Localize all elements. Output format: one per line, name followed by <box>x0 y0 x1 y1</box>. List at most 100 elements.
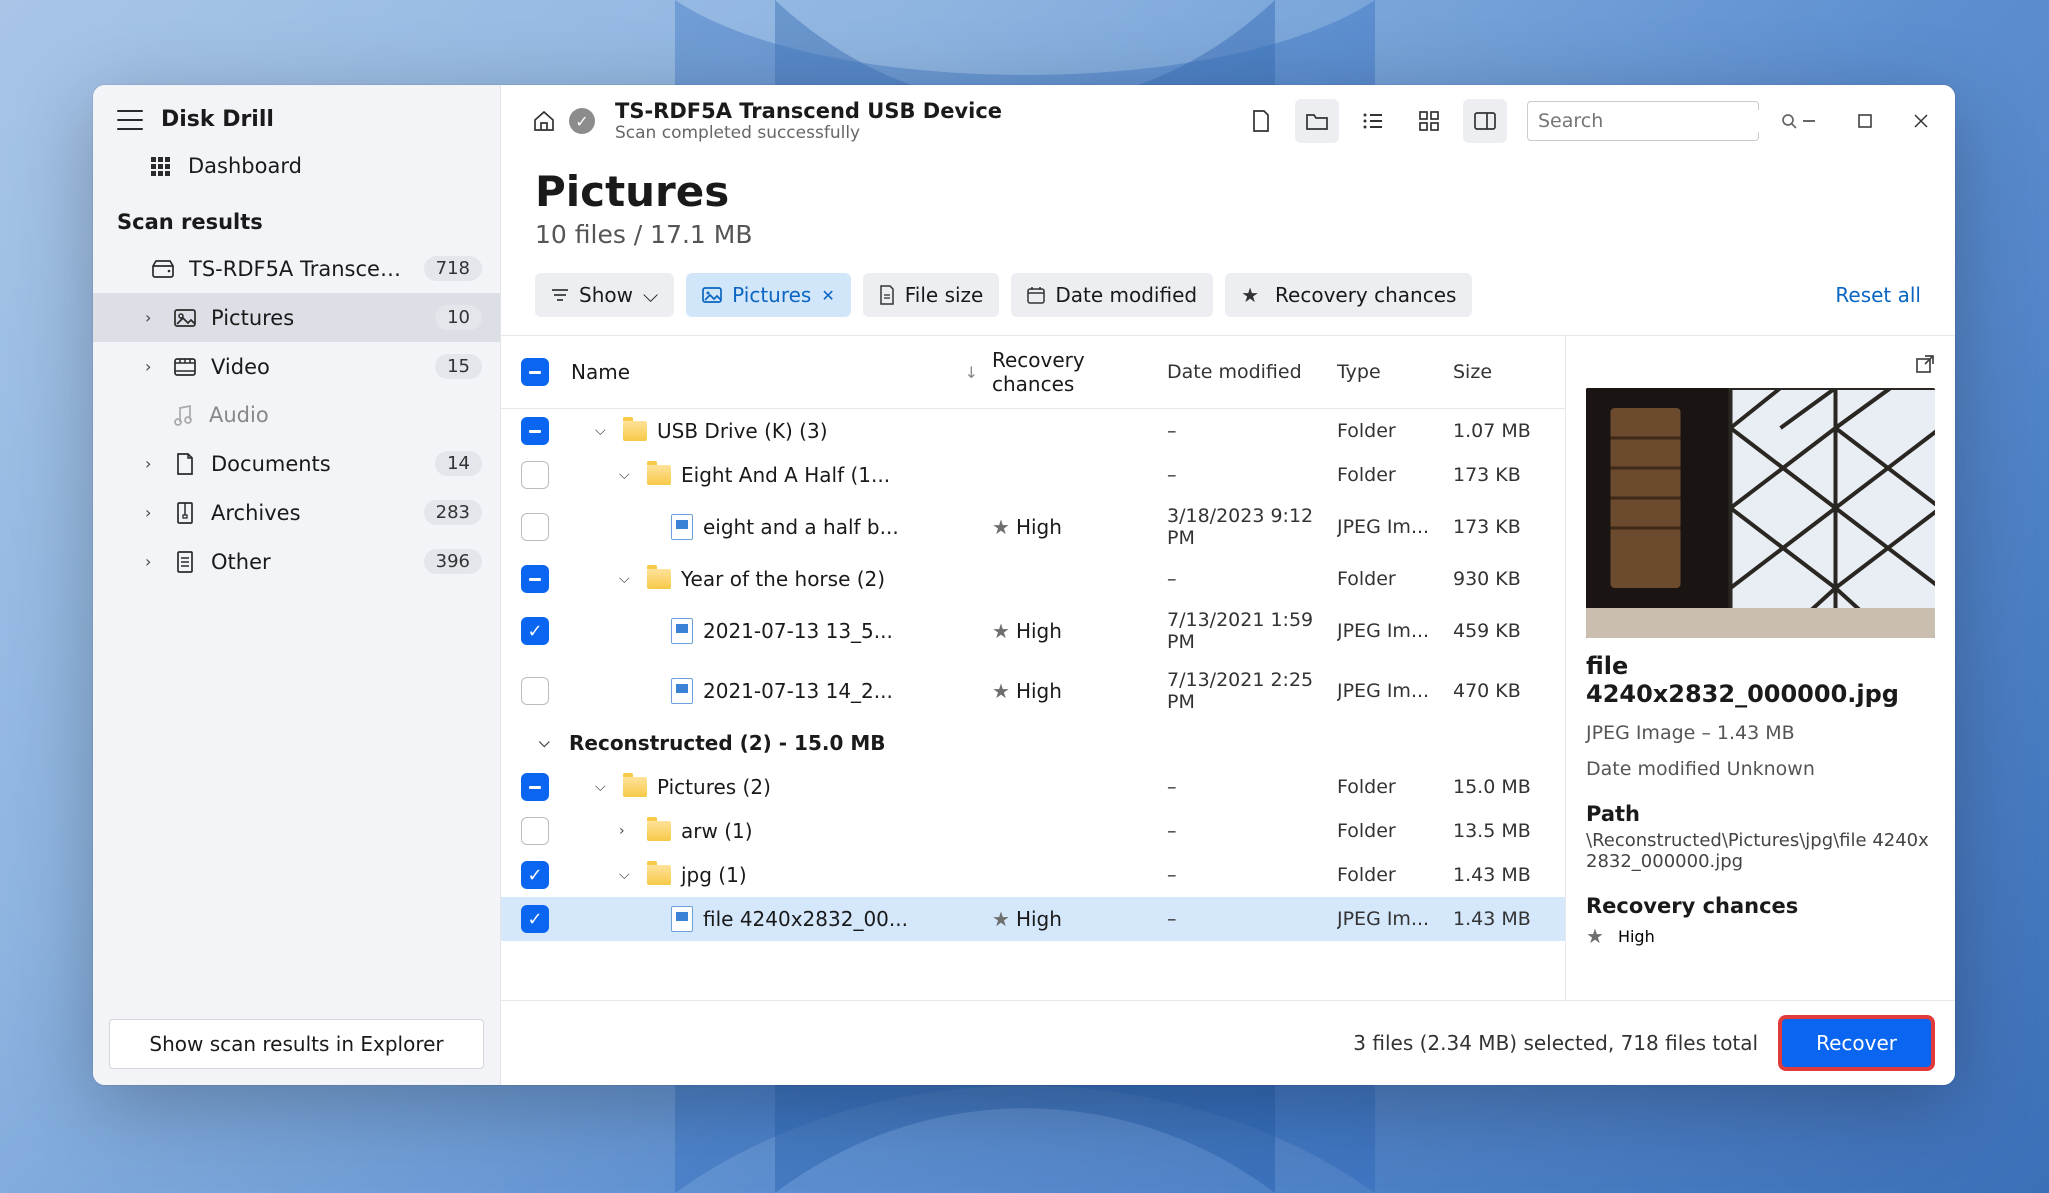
maximize-button[interactable] <box>1851 107 1879 135</box>
sidebar: Disk Drill Dashboard Scan results TS-RDF… <box>93 85 501 1085</box>
file-name: jpg (1) <box>681 863 747 887</box>
path-value: \Reconstructed\Pictures\jpg\file 4240x28… <box>1586 830 1935 872</box>
column-recovery[interactable]: Recovery chances <box>992 348 1167 396</box>
tree-toggle-icon[interactable]: ⌵ <box>619 571 637 587</box>
date-value: – <box>1167 908 1337 930</box>
row-checkbox[interactable] <box>521 417 549 445</box>
star-icon: ★ <box>992 515 1010 539</box>
other-icon <box>173 550 197 574</box>
row-checkbox[interactable] <box>521 773 549 801</box>
close-button[interactable] <box>1907 107 1935 135</box>
search-input[interactable] <box>1538 110 1781 132</box>
column-date[interactable]: Date modified <box>1167 361 1337 383</box>
table-row[interactable]: ⌵Year of the horse (2)–Folder930 KB <box>501 557 1565 601</box>
row-checkbox[interactable] <box>521 513 549 541</box>
file-name: USB Drive (K) (3) <box>657 419 828 443</box>
row-checkbox[interactable]: ✓ <box>521 861 549 889</box>
popout-icon[interactable] <box>1915 354 1935 374</box>
tree-toggle-icon[interactable]: ⌵ <box>595 779 613 795</box>
device-title: TS-RDF5A Transcend USB Device <box>615 99 1002 123</box>
dashboard-nav[interactable]: Dashboard <box>93 140 500 192</box>
pictures-filter-chip[interactable]: Pictures✕ <box>686 273 851 317</box>
file-name: 2021-07-13 14_2... <box>703 679 893 703</box>
filter-label: Recovery chances <box>1275 283 1456 307</box>
type-value: Folder <box>1337 864 1453 886</box>
grid-view-icon[interactable] <box>1407 99 1451 143</box>
list-view-icon[interactable] <box>1351 99 1395 143</box>
sidebar-item-audio[interactable]: Audio <box>93 391 500 439</box>
size-value: 13.5 MB <box>1453 820 1553 842</box>
row-checkbox[interactable] <box>521 461 549 489</box>
file-icon <box>671 678 693 704</box>
reset-all-link[interactable]: Reset all <box>1835 283 1921 307</box>
size-value: 173 KB <box>1453 464 1553 486</box>
hamburger-icon[interactable] <box>117 110 143 130</box>
sidebar-item-label: Audio <box>209 403 482 427</box>
sidebar-badge: 396 <box>424 549 482 574</box>
tree-toggle-icon[interactable]: ⌵ <box>595 423 613 439</box>
recovery-filter[interactable]: ★ Recovery chances <box>1225 273 1472 317</box>
sidebar-item-archives[interactable]: › Archives 283 <box>93 488 500 537</box>
table-row[interactable]: ✓⌵jpg (1)–Folder1.43 MB <box>501 853 1565 897</box>
filter-bar: Show⌵ Pictures✕ File size Date modified … <box>501 257 1955 336</box>
search-box[interactable] <box>1527 101 1759 141</box>
row-checkbox[interactable] <box>521 677 549 705</box>
chevron-right-icon: › <box>145 357 159 376</box>
row-checkbox[interactable]: ✓ <box>521 617 549 645</box>
row-checkbox[interactable]: ✓ <box>521 905 549 933</box>
column-size[interactable]: Size <box>1453 361 1553 383</box>
date-value: – <box>1167 820 1337 842</box>
size-value: 173 KB <box>1453 516 1553 538</box>
close-icon[interactable]: ✕ <box>821 286 834 305</box>
file-icon <box>671 514 693 540</box>
filesize-filter[interactable]: File size <box>863 273 1000 317</box>
datemodified-filter[interactable]: Date modified <box>1011 273 1213 317</box>
column-name[interactable]: Name↓ <box>571 360 992 384</box>
home-icon[interactable] <box>531 108 557 134</box>
file-name: Eight And A Half (1... <box>681 463 890 487</box>
group-header[interactable]: ⌵Reconstructed (2) - 15.0 MB <box>501 721 1565 765</box>
minimize-button[interactable] <box>1795 107 1823 135</box>
tree-toggle-icon[interactable]: ⌵ <box>539 735 557 751</box>
table-row[interactable]: ⌵Eight And A Half (1...–Folder173 KB <box>501 453 1565 497</box>
sidebar-item-label: TS-RDF5A Transcend US... <box>189 257 410 281</box>
filter-label: Date modified <box>1055 283 1197 307</box>
chevron-right-icon: › <box>145 503 159 522</box>
recover-button[interactable]: Recover <box>1782 1019 1931 1067</box>
sidebar-item-other[interactable]: › Other 396 <box>93 537 500 586</box>
table-row[interactable]: ✓file 4240x2832_00...★High–JPEG Im...1.4… <box>501 897 1565 941</box>
tree-toggle-icon[interactable]: ⌵ <box>619 467 637 483</box>
table-row[interactable]: 2021-07-13 14_2...★High7/13/2021 2:25 PM… <box>501 661 1565 721</box>
column-type[interactable]: Type <box>1337 361 1453 383</box>
drive-icon <box>151 257 175 281</box>
table-row[interactable]: ›arw (1)–Folder13.5 MB <box>501 809 1565 853</box>
sidebar-item-device[interactable]: TS-RDF5A Transcend US... 718 <box>93 244 500 293</box>
audio-icon <box>171 403 195 427</box>
pictures-icon <box>173 306 197 330</box>
table-row[interactable]: ⌵Pictures (2)–Folder15.0 MB <box>501 765 1565 809</box>
show-in-explorer-button[interactable]: Show scan results in Explorer <box>109 1019 484 1069</box>
panel-view-icon[interactable] <box>1463 99 1507 143</box>
table-row[interactable]: ⌵USB Drive (K) (3)–Folder1.07 MB <box>501 409 1565 453</box>
preview-panel: file 4240x2832_000000.jpg JPEG Image – 1… <box>1565 336 1955 1000</box>
select-all-checkbox[interactable] <box>521 358 549 386</box>
row-checkbox[interactable] <box>521 817 549 845</box>
tree-toggle-icon[interactable]: › <box>619 823 637 839</box>
tree-toggle-icon[interactable]: ⌵ <box>619 867 637 883</box>
show-filter[interactable]: Show⌵ <box>535 273 674 317</box>
recovery-label: Recovery chances <box>1586 894 1935 918</box>
row-checkbox[interactable] <box>521 565 549 593</box>
date-value: – <box>1167 864 1337 886</box>
sidebar-item-documents[interactable]: › Documents 14 <box>93 439 500 488</box>
sidebar-item-pictures[interactable]: › Pictures 10 <box>93 293 500 342</box>
video-icon <box>173 355 197 379</box>
preview-date: Date modified Unknown <box>1586 758 1935 780</box>
folder-view-icon[interactable] <box>1295 99 1339 143</box>
file-view-icon[interactable] <box>1239 99 1283 143</box>
folder-icon <box>623 777 647 797</box>
table-row[interactable]: ✓2021-07-13 13_5...★High7/13/2021 1:59 P… <box>501 601 1565 661</box>
sidebar-item-video[interactable]: › Video 15 <box>93 342 500 391</box>
table-row[interactable]: eight and a half b...★High3/18/2023 9:12… <box>501 497 1565 557</box>
star-icon: ★ <box>1241 283 1259 307</box>
type-value: Folder <box>1337 464 1453 486</box>
